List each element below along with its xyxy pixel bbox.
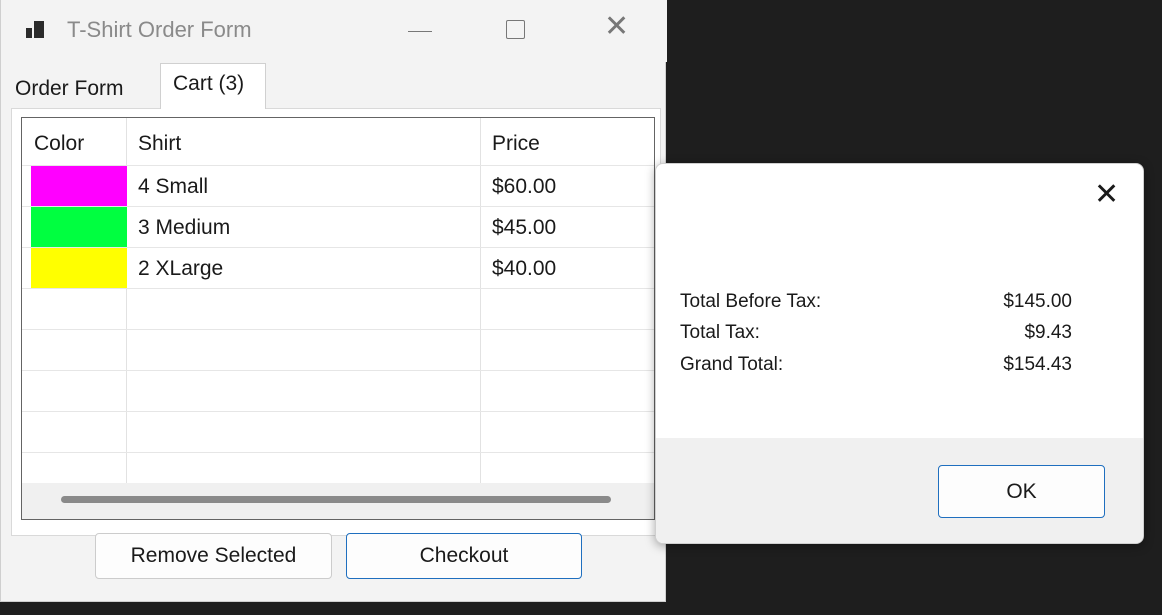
shirt-cell[interactable]: 2 XLarge <box>127 248 481 288</box>
total-before-tax-value: $145.00 <box>1003 291 1072 312</box>
title-bar[interactable]: T-Shirt Order Form ✕ <box>1 0 667 62</box>
order-summary-dialog: ✕ Total Before Tax: $145.00 Total Tax: $… <box>655 163 1144 544</box>
maximize-icon <box>506 20 525 39</box>
column-header-shirt[interactable]: Shirt <box>127 118 481 165</box>
column-header-color[interactable]: Color <box>22 118 127 165</box>
dialog-footer: OK <box>656 438 1143 543</box>
color-cell[interactable] <box>22 207 127 247</box>
scrollbar-thumb[interactable] <box>61 496 611 503</box>
empty-row <box>22 288 654 329</box>
price-cell[interactable]: $60.00 <box>481 166 654 206</box>
table-row[interactable]: 4 Small $60.00 <box>22 165 654 206</box>
color-cell[interactable] <box>22 166 127 206</box>
total-before-tax-label: Total Before Tax: <box>680 291 822 312</box>
price-cell[interactable]: $45.00 <box>481 207 654 247</box>
close-button[interactable]: ✕ <box>592 6 642 56</box>
main-window: T-Shirt Order Form ✕ Order Form Cart (3)… <box>0 0 667 602</box>
total-tax-label: Total Tax: <box>680 322 760 343</box>
window-title: T-Shirt Order Form <box>67 17 252 42</box>
grand-total-label: Grand Total: <box>680 354 784 375</box>
app-icon <box>26 20 48 40</box>
shirt-cell[interactable]: 4 Small <box>127 166 481 206</box>
minimize-icon <box>408 31 432 32</box>
tab-order-form[interactable]: Order Form <box>11 71 128 109</box>
color-swatch <box>31 248 127 288</box>
grand-total-value: $154.43 <box>1003 354 1072 375</box>
color-swatch <box>31 207 127 247</box>
horizontal-scrollbar[interactable] <box>22 483 654 519</box>
remove-selected-button[interactable]: Remove Selected <box>95 533 332 579</box>
column-header-price[interactable]: Price <box>481 118 654 165</box>
total-tax-value: $9.43 <box>1024 322 1072 343</box>
table-row[interactable]: 3 Medium $45.00 <box>22 206 654 247</box>
minimize-button[interactable] <box>394 6 444 56</box>
tab-cart[interactable]: Cart (3) <box>160 63 266 109</box>
empty-row <box>22 370 654 411</box>
maximize-button[interactable] <box>492 6 542 56</box>
close-icon: ✕ <box>604 9 630 44</box>
empty-row <box>22 411 654 452</box>
ok-button[interactable]: OK <box>938 465 1105 518</box>
checkout-button[interactable]: Checkout <box>346 533 582 579</box>
cart-grid[interactable]: Color Shirt Price 4 Small $60.00 3 Mediu… <box>21 117 655 520</box>
shirt-cell[interactable]: 3 Medium <box>127 207 481 247</box>
color-cell[interactable] <box>22 248 127 288</box>
table-row[interactable]: 2 XLarge $40.00 <box>22 247 654 288</box>
close-icon[interactable]: ✕ <box>1094 180 1119 210</box>
color-swatch <box>31 166 127 206</box>
price-cell[interactable]: $40.00 <box>481 248 654 288</box>
empty-row <box>22 329 654 370</box>
cart-grid-header: Color Shirt Price <box>22 118 654 165</box>
